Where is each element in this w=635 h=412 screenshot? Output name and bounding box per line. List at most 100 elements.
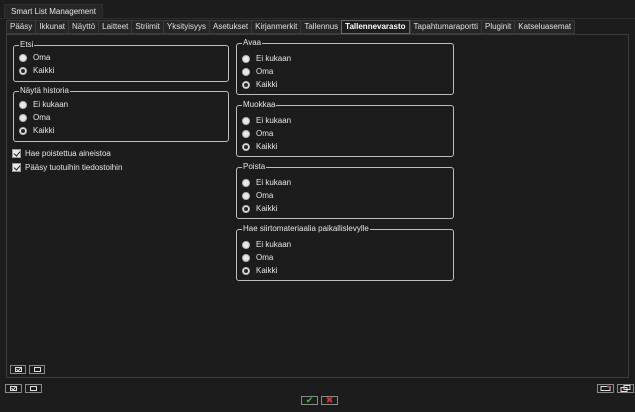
checkbox-checked[interactable] — [12, 163, 21, 172]
radio-button-selected[interactable] — [19, 126, 27, 135]
window-restore-icon — [620, 385, 631, 392]
cancel-button[interactable]: ✖ — [321, 396, 338, 405]
tab-tallennus[interactable]: Tallennus — [300, 20, 342, 34]
radio-label: Oma — [256, 128, 274, 138]
checkbox-empty-icon — [33, 367, 41, 372]
radio-label: Ei kukaan — [256, 239, 292, 249]
ok-button[interactable]: ✔ — [301, 396, 318, 405]
radio-avaa-kaikki[interactable]: Kaikki — [242, 79, 277, 90]
tab-ikkunat[interactable]: Ikkunat — [35, 20, 69, 34]
checkbox-checked[interactable] — [12, 149, 21, 158]
tab-bar: Pääsy Ikkunat Näyttö Laitteet Striimit Y… — [6, 20, 576, 34]
panel-deselect-all-button[interactable] — [29, 365, 45, 374]
x-icon: ✖ — [325, 395, 334, 406]
radio-label: Ei kukaan — [256, 53, 292, 63]
radio-etsi-kaikki[interactable]: Kaikki — [19, 65, 54, 76]
radio-historia-ei-kukaan[interactable]: Ei kukaan — [19, 99, 68, 110]
checkbox-hae-poistettua[interactable]: Hae poistettua aineistoa — [12, 148, 111, 159]
tab-content-panel: Etsi Oma Kaikki Näytä historia Ei kukaan… — [6, 34, 629, 378]
radio-label: Ei kukaan — [33, 99, 69, 109]
radio-button-selected[interactable] — [242, 80, 250, 89]
radio-siirto-kaikki[interactable]: Kaikki — [242, 265, 277, 276]
radio-label: Oma — [256, 190, 274, 200]
radio-label: Oma — [33, 112, 51, 122]
group-avaa-title: Avaa — [242, 38, 263, 48]
radio-button-selected[interactable] — [242, 142, 250, 151]
tab-asetukset[interactable]: Asetukset — [208, 20, 252, 34]
radio-label: Oma — [256, 66, 274, 76]
checkbox-checked-icon — [14, 367, 22, 372]
global-deselect-all-button[interactable] — [25, 384, 42, 393]
radio-etsi-oma[interactable]: Oma — [19, 52, 50, 63]
group-poista-title: Poista — [242, 162, 267, 172]
tab-tapahtumaraportti[interactable]: Tapahtumaraportti — [409, 20, 481, 34]
radio-label: Kaikki — [256, 79, 278, 89]
checkbox-paasy-tuotuihin[interactable]: Pääsy tuotuihin tiedostoihin — [12, 162, 122, 173]
tab-pluginit[interactable]: Pluginit — [480, 20, 515, 34]
radio-siirto-oma[interactable]: Oma — [242, 252, 273, 263]
group-etsi: Etsi Oma Kaikki — [13, 40, 229, 82]
tab-kirjanmerkit[interactable]: Kirjanmerkit — [251, 20, 301, 34]
radio-label: Kaikki — [33, 65, 55, 75]
radio-button[interactable] — [242, 67, 250, 76]
tab-katseluasemat[interactable]: Katseluasemat — [514, 20, 576, 34]
window-button-a[interactable] — [597, 384, 614, 393]
radio-muokkaa-ei-kukaan[interactable]: Ei kukaan — [242, 115, 291, 126]
window-title: Smart List Management — [11, 7, 96, 16]
global-select-all-button[interactable] — [5, 384, 22, 393]
radio-button[interactable] — [19, 100, 27, 109]
radio-button-selected[interactable] — [242, 204, 250, 213]
panel-select-all-button[interactable] — [10, 365, 26, 374]
radio-button[interactable] — [242, 116, 250, 125]
radio-label: Kaikki — [256, 265, 278, 275]
checkbox-empty-icon — [30, 386, 37, 391]
checkmark-icon: ✔ — [305, 395, 314, 406]
tab-yksityisyys[interactable]: Yksityisyys — [162, 20, 209, 34]
radio-avaa-oma[interactable]: Oma — [242, 66, 273, 77]
radio-label: Kaikki — [256, 141, 278, 151]
radio-avaa-ei-kukaan[interactable]: Ei kukaan — [242, 53, 291, 64]
radio-muokkaa-oma[interactable]: Oma — [242, 128, 273, 139]
tab-paasy[interactable]: Pääsy — [6, 20, 36, 34]
radio-button[interactable] — [242, 191, 250, 200]
window-title-tab: Smart List Management — [4, 4, 103, 18]
checkbox-label: Hae poistettua aineistoa — [25, 148, 111, 158]
group-muokkaa-title: Muokkaa — [242, 100, 277, 110]
tab-laitteet[interactable]: Laitteet — [98, 20, 132, 34]
checkbox-label: Pääsy tuotuihin tiedostoihin — [25, 162, 123, 172]
radio-poista-ei-kukaan[interactable]: Ei kukaan — [242, 177, 291, 188]
radio-button-selected[interactable] — [242, 266, 250, 275]
radio-siirto-ei-kukaan[interactable]: Ei kukaan — [242, 239, 291, 250]
radio-button[interactable] — [242, 253, 250, 262]
radio-historia-oma[interactable]: Oma — [19, 112, 50, 123]
radio-poista-kaikki[interactable]: Kaikki — [242, 203, 277, 214]
group-poista: Poista Ei kukaan Oma Kaikki — [236, 162, 454, 219]
radio-label: Ei kukaan — [256, 115, 292, 125]
tab-tallennevarasto[interactable]: Tallennevarasto — [341, 20, 410, 34]
group-hae-siirtomateriaalia-title: Hae siirtomateriaalia paikallislevylle — [242, 224, 370, 234]
radio-button[interactable] — [19, 53, 27, 62]
checkbox-checked-icon — [10, 386, 17, 391]
group-nayta-historia: Näytä historia Ei kukaan Oma Kaikki — [13, 86, 229, 142]
group-nayta-historia-title: Näytä historia — [19, 86, 70, 96]
tab-naytto[interactable]: Näyttö — [68, 20, 99, 34]
radio-historia-kaikki[interactable]: Kaikki — [19, 125, 54, 136]
radio-muokkaa-kaikki[interactable]: Kaikki — [242, 141, 277, 152]
radio-label: Kaikki — [256, 203, 278, 213]
radio-label: Oma — [256, 252, 274, 262]
radio-label: Ei kukaan — [256, 177, 292, 187]
radio-button[interactable] — [242, 178, 250, 187]
radio-label: Oma — [33, 52, 51, 62]
radio-button[interactable] — [19, 113, 27, 122]
title-divider — [0, 18, 635, 19]
radio-button[interactable] — [242, 54, 250, 63]
radio-label: Kaikki — [33, 125, 55, 135]
radio-button[interactable] — [242, 129, 250, 138]
group-avaa: Avaa Ei kukaan Oma Kaikki — [236, 38, 454, 95]
radio-button-selected[interactable] — [19, 66, 27, 75]
radio-button[interactable] — [242, 240, 250, 249]
window-icon — [600, 385, 611, 391]
tab-striimit[interactable]: Striimit — [131, 20, 163, 34]
radio-poista-oma[interactable]: Oma — [242, 190, 273, 201]
window-button-b[interactable] — [617, 384, 634, 393]
